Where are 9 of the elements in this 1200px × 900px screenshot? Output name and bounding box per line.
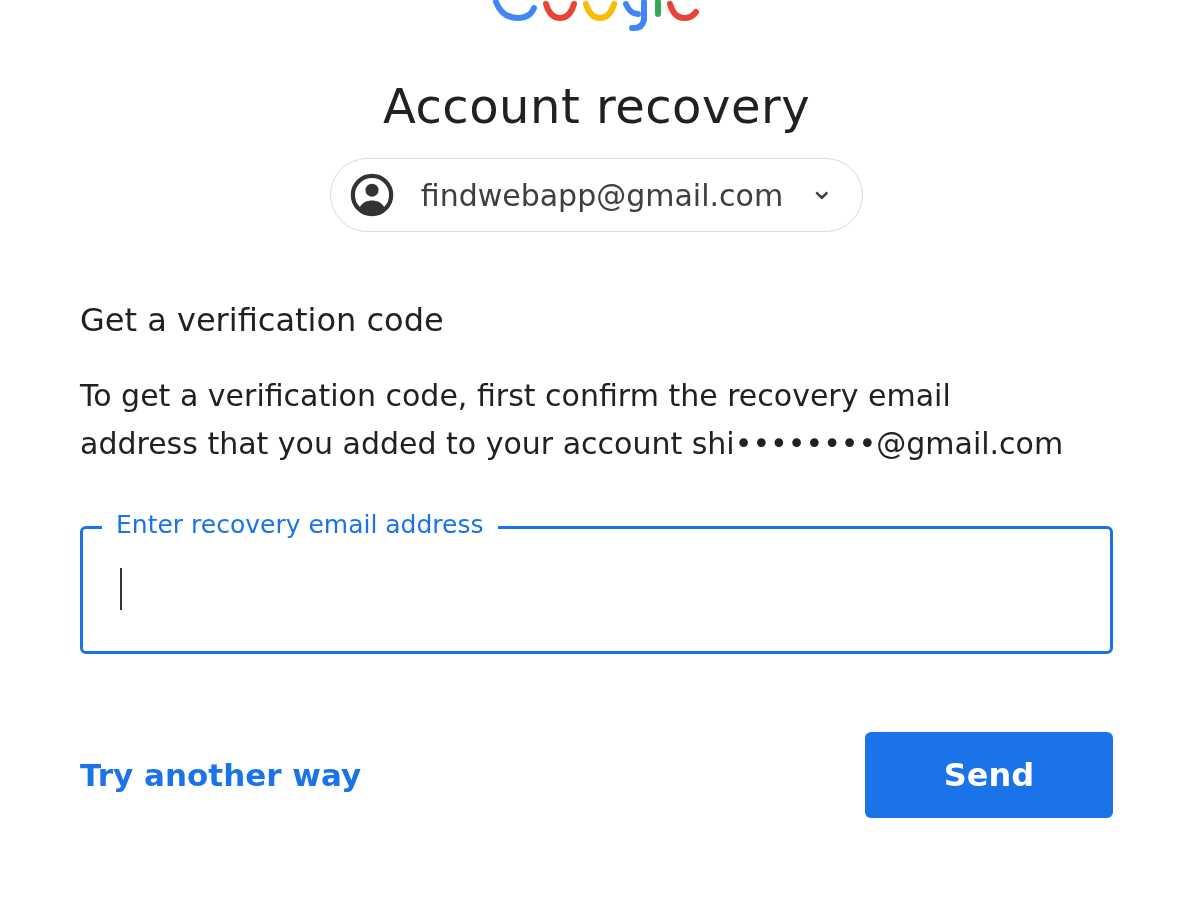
email-field[interactable]: Enter recovery email address	[80, 508, 1113, 654]
send-button[interactable]: Send	[865, 732, 1113, 818]
account-chip[interactable]: findwebapp@gmail.com ⌄	[329, 158, 864, 232]
page-title: Account recovery	[381, 77, 812, 136]
chevron-icon: ⌄	[809, 174, 835, 204]
description-text: To get a verification code, first confirm the recovery email address that you added to your account shi••••••••@gmail.com	[80, 377, 1065, 463]
account-icon	[348, 172, 395, 218]
section-heading: Get a verification code	[80, 300, 445, 341]
try-another-way-link[interactable]: Try another way	[80, 757, 362, 793]
